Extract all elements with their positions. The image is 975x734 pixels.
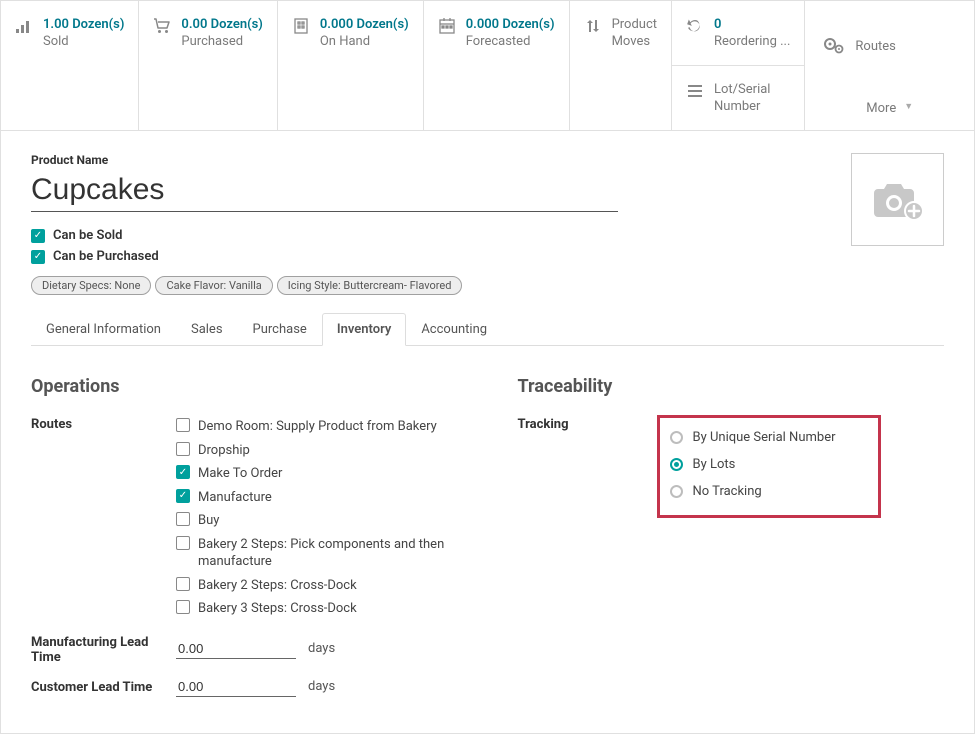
route-label: Bakery 2 Steps: Pick components and then… xyxy=(198,536,458,571)
stat-routes[interactable]: Routes xyxy=(805,1,974,91)
form-body: Product Name ✓ Can be Sold ✓ Can be Purc… xyxy=(1,131,974,733)
route-checkbox[interactable]: ✓ xyxy=(176,465,190,479)
route-checkbox[interactable] xyxy=(176,600,190,614)
tab-inventory[interactable]: Inventory xyxy=(322,313,407,346)
route-checkbox[interactable] xyxy=(176,577,190,591)
section-title-operations: Operations xyxy=(31,376,458,397)
customer-lead-time-label: Customer Lead Time xyxy=(31,678,176,695)
radio-icon xyxy=(670,458,683,471)
stats-bar: 1.00 Dozen(s) Sold 0.00 Dozen(s) Purchas… xyxy=(1,1,974,131)
route-label: Bakery 3 Steps: Cross-Dock xyxy=(198,600,357,618)
tabs: General Information Sales Purchase Inven… xyxy=(31,313,944,346)
product-image-placeholder[interactable] xyxy=(851,153,944,246)
route-label: Dropship xyxy=(198,442,250,460)
product-name-input[interactable] xyxy=(31,173,618,212)
can-be-purchased-checkbox[interactable]: ✓ xyxy=(31,250,45,264)
cart-icon xyxy=(153,17,171,35)
stat-forecasted[interactable]: 0.000 Dozen(s) Forecasted xyxy=(424,1,570,130)
more-dropdown[interactable]: More ▼ xyxy=(805,91,974,130)
mfg-lead-time-input[interactable] xyxy=(176,639,296,659)
route-checkbox[interactable] xyxy=(176,512,190,526)
tracking-radio-serial[interactable]: By Unique Serial Number xyxy=(670,424,862,451)
route-checkbox[interactable] xyxy=(176,536,190,550)
route-checkbox[interactable] xyxy=(176,418,190,432)
product-name-label: Product Name xyxy=(31,153,944,167)
stat-label: Number xyxy=(714,99,770,114)
stat-label: Lot/Serial xyxy=(714,82,770,97)
route-label: Bakery 2 Steps: Cross-Dock xyxy=(198,577,357,595)
tab-purchase[interactable]: Purchase xyxy=(238,313,322,345)
routes-field-label: Routes xyxy=(31,415,176,432)
tag[interactable]: Icing Style: Buttercream- Flavored xyxy=(277,276,463,295)
route-checkbox[interactable]: ✓ xyxy=(176,489,190,503)
tab-content-inventory: Operations Routes Demo Room: Supply Prod… xyxy=(31,346,944,711)
customer-lead-time-unit: days xyxy=(308,679,335,694)
list-icon xyxy=(686,82,704,100)
traceability-section: Traceability Tracking By Unique Serial N… xyxy=(518,376,945,697)
building-icon xyxy=(292,17,310,35)
radio-icon xyxy=(670,431,683,444)
customer-lead-time-input[interactable] xyxy=(176,677,296,697)
tag[interactable]: Dietary Specs: None xyxy=(31,276,151,295)
stat-sold[interactable]: 1.00 Dozen(s) Sold xyxy=(1,1,139,130)
radio-label: By Unique Serial Number xyxy=(693,430,836,445)
tracking-field-label: Tracking xyxy=(518,415,663,432)
stat-label: Moves xyxy=(612,34,657,49)
can-be-purchased-label: Can be Purchased xyxy=(53,249,159,264)
radio-label: By Lots xyxy=(693,457,736,472)
tracking-radio-lots[interactable]: By Lots xyxy=(670,451,862,478)
stat-label: On Hand xyxy=(320,34,409,49)
stat-value: 0.000 Dozen(s) xyxy=(466,17,555,32)
more-label: More xyxy=(866,101,896,116)
stat-label: Routes xyxy=(855,39,895,54)
stat-product-moves[interactable]: Product Moves xyxy=(570,1,672,130)
route-checkbox[interactable] xyxy=(176,442,190,456)
tracking-radio-none[interactable]: No Tracking xyxy=(670,478,862,505)
routes-list: Demo Room: Supply Product from Bakery Dr… xyxy=(176,415,458,621)
refresh-icon xyxy=(686,17,704,35)
stat-value: 0.000 Dozen(s) xyxy=(320,17,409,32)
stat-label: Product xyxy=(612,17,657,32)
tracking-options-highlight: By Unique Serial Number By Lots No Track… xyxy=(657,415,881,518)
section-title-traceability: Traceability xyxy=(518,376,945,397)
tab-general-information[interactable]: General Information xyxy=(31,313,176,345)
arrows-vertical-icon xyxy=(584,17,602,35)
tab-sales[interactable]: Sales xyxy=(176,313,238,345)
tab-accounting[interactable]: Accounting xyxy=(406,313,502,345)
gears-icon xyxy=(823,36,845,56)
radio-label: No Tracking xyxy=(693,484,762,499)
stat-on-hand[interactable]: 0.000 Dozen(s) On Hand xyxy=(278,1,424,130)
route-label: Buy xyxy=(198,512,219,530)
stat-purchased[interactable]: 0.00 Dozen(s) Purchased xyxy=(139,1,277,130)
bars-icon xyxy=(15,17,33,35)
stat-value: 0 xyxy=(714,17,790,32)
stat-label: Purchased xyxy=(181,34,262,49)
mfg-lead-time-label: Manufacturing Lead Time xyxy=(31,633,176,665)
calendar-icon xyxy=(438,17,456,35)
product-tags[interactable]: Dietary Specs: None Cake Flavor: Vanilla… xyxy=(31,276,944,295)
chevron-down-icon: ▼ xyxy=(904,101,913,116)
product-form: 1.00 Dozen(s) Sold 0.00 Dozen(s) Purchas… xyxy=(0,0,975,734)
stat-label: Sold xyxy=(43,34,124,49)
can-be-sold-checkbox[interactable]: ✓ xyxy=(31,229,45,243)
stat-label: Forecasted xyxy=(466,34,555,49)
route-label: Demo Room: Supply Product from Bakery xyxy=(198,418,437,436)
stat-reordering[interactable]: 0 Reordering ... xyxy=(672,1,805,66)
stat-value: 0.00 Dozen(s) xyxy=(181,17,262,32)
stat-value: 1.00 Dozen(s) xyxy=(43,17,124,32)
radio-icon xyxy=(670,485,683,498)
stat-lot-serial[interactable]: Lot/Serial Number xyxy=(672,66,805,130)
route-label: Make To Order xyxy=(198,465,282,483)
stat-label: Reordering ... xyxy=(714,34,790,49)
operations-section: Operations Routes Demo Room: Supply Prod… xyxy=(31,376,458,697)
tag[interactable]: Cake Flavor: Vanilla xyxy=(155,276,272,295)
route-label: Manufacture xyxy=(198,489,272,507)
mfg-lead-time-unit: days xyxy=(308,641,335,656)
can-be-sold-label: Can be Sold xyxy=(53,228,123,243)
